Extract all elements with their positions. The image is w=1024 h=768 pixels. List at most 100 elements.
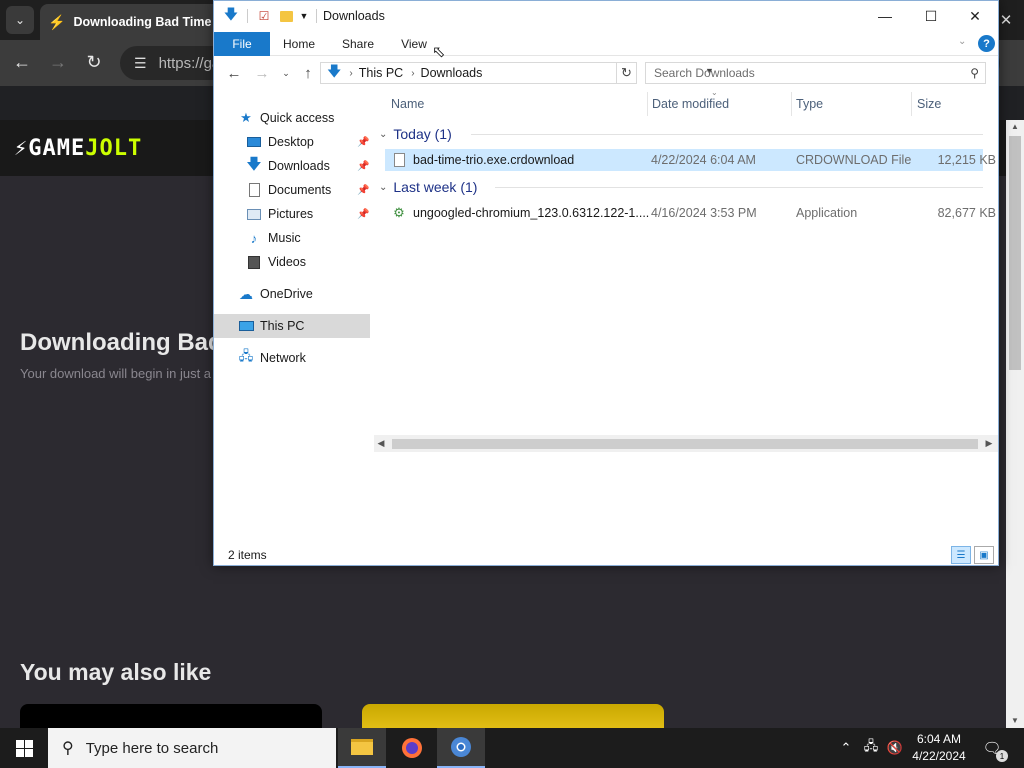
search-input[interactable]: Search Downloads ⚲ — [645, 62, 986, 84]
nav-network[interactable]: 🖧 Network — [214, 346, 370, 370]
nav-downloads[interactable]: 🡇 Downloads 📌 — [214, 154, 370, 178]
breadcrumb-this-pc[interactable]: This PC — [359, 66, 403, 80]
nav-label: Music — [268, 231, 301, 245]
help-icon[interactable]: ? — [978, 35, 995, 52]
tab-title: Downloading Bad Time Tr — [73, 15, 227, 29]
group-label: Today (1) — [393, 126, 452, 142]
nav-desktop[interactable]: Desktop 📌 — [214, 130, 370, 154]
column-header-type[interactable]: Type — [796, 92, 911, 116]
nav-videos[interactable]: Videos — [214, 250, 370, 274]
nav-documents[interactable]: Documents 📌 — [214, 178, 370, 202]
column-header-date-label: Date modified — [652, 97, 730, 111]
scroll-right-icon[interactable]: ▶ — [982, 435, 996, 452]
file-date: 4/22/2024 6:04 AM — [651, 153, 756, 167]
group-header-last-week[interactable]: ⌄ Last week (1) — [379, 177, 477, 197]
breadcrumb-separator-icon[interactable]: › — [411, 68, 414, 79]
tab-share[interactable]: Share — [337, 32, 379, 56]
downloads-location-icon: 🡇 — [327, 63, 342, 79]
scroll-down-icon[interactable]: ▼ — [1006, 714, 1024, 728]
item-count: 2 items — [228, 548, 267, 562]
taskbar: ⚲ Type here to search ⌃ 🖧 🔇 6:04 AM 4/22… — [0, 728, 1024, 768]
back-arrow-icon[interactable]: ← — [8, 48, 36, 76]
nav-onedrive[interactable]: ☁ OneDrive — [214, 282, 370, 306]
volume-muted-icon[interactable]: 🔇 — [884, 728, 906, 768]
file-explorer-taskbar-icon[interactable] — [338, 728, 386, 768]
tab-file[interactable]: File — [214, 32, 270, 56]
file-date: 4/16/2024 3:53 PM — [651, 206, 757, 220]
system-clock[interactable]: 6:04 AM 4/22/2024 — [904, 731, 974, 765]
network-status-icon[interactable]: 🖧 — [860, 728, 882, 768]
tab-home[interactable]: Home — [278, 32, 320, 56]
address-bar[interactable]: 🡇 › This PC › Downloads ▼ — [320, 62, 714, 84]
customize-qa-icon[interactable]: ▼ — [298, 7, 310, 25]
document-icon — [246, 182, 262, 198]
nav-label: Desktop — [268, 135, 314, 149]
column-header-date[interactable]: Date modified — [652, 92, 791, 116]
group-divider — [471, 134, 983, 135]
file-size: 82,677 KB — [937, 206, 996, 220]
recent-locations-icon[interactable]: ⌄ — [276, 64, 296, 82]
site-info-icon[interactable]: ☰ — [134, 55, 147, 72]
gamejolt-logo[interactable]: ⚡GAMEJOLT — [14, 136, 142, 161]
new-folder-icon[interactable] — [278, 7, 294, 25]
chromium-icon[interactable] — [437, 728, 485, 768]
file-icon — [391, 152, 407, 168]
reload-icon[interactable]: ↻ — [80, 48, 108, 76]
desktop-icon — [246, 134, 262, 150]
download-arrow-icon: 🡇 — [223, 6, 239, 22]
expand-ribbon-icon[interactable]: ⌄ — [958, 36, 966, 47]
properties-icon[interactable]: ☑ — [256, 7, 272, 25]
maximize-icon[interactable]: ☐ — [908, 1, 954, 31]
scroll-left-icon[interactable]: ◀ — [374, 435, 388, 452]
column-divider[interactable] — [791, 92, 792, 116]
up-arrow-icon[interactable]: ↑ — [298, 64, 318, 82]
horizontal-scrollbar[interactable]: ◀ ▶ — [374, 435, 998, 452]
column-header-size[interactable]: Size — [917, 92, 987, 116]
page-scrollbar[interactable]: ▲ ▼ — [1006, 120, 1024, 728]
notification-icon[interactable]: 🗨 — [980, 728, 1004, 768]
tab-view[interactable]: View — [396, 32, 432, 56]
nav-pictures[interactable]: Pictures 📌 — [214, 202, 370, 226]
file-name-cell: ⚙ ungoogled-chromium_123.0.6312.122-1...… — [391, 202, 651, 224]
tab-search-button[interactable]: ⌄ — [6, 6, 34, 34]
group-header-today[interactable]: ⌄ Today (1) — [379, 124, 452, 144]
taskbar-search-input[interactable]: ⚲ Type here to search — [48, 728, 336, 768]
nav-music[interactable]: ♪ Music — [214, 226, 370, 250]
nav-this-pc[interactable]: This PC — [214, 314, 370, 338]
back-arrow-icon[interactable]: ← — [224, 64, 244, 82]
logo-game-text: GAME — [28, 136, 86, 161]
column-divider[interactable] — [911, 92, 912, 116]
tab-active[interactable]: ⚡ Downloading Bad Time Tr — [40, 4, 240, 40]
scroll-thumb[interactable] — [392, 439, 978, 449]
download-arrow-icon: 🡇 — [246, 155, 262, 173]
also-like-heading: You may also like — [20, 659, 212, 685]
windows-start-icon[interactable] — [0, 728, 48, 768]
ribbon: File Home Share View ⌄ ? — [214, 32, 998, 56]
refresh-icon[interactable]: ↻ — [617, 62, 637, 84]
scroll-up-icon[interactable]: ▲ — [1006, 120, 1024, 134]
file-name: ungoogled-chromium_123.0.6312.122-1.... — [413, 206, 650, 220]
firefox-icon[interactable] — [388, 728, 436, 768]
videos-icon — [246, 254, 262, 270]
nav-label: Documents — [268, 183, 332, 197]
title-bar[interactable]: 🡇 ☑ ▼ Downloads — ☐ ✕ — [214, 1, 998, 32]
application-icon: ⚙ — [393, 205, 405, 220]
show-hidden-icons-chevron-icon[interactable]: ⌃ — [836, 728, 856, 768]
breadcrumb-downloads[interactable]: Downloads — [421, 66, 483, 80]
forward-arrow-icon[interactable]: → — [252, 64, 272, 82]
file-size: 12,215 KB — [937, 153, 996, 167]
scroll-thumb[interactable] — [1009, 136, 1021, 370]
forward-arrow-icon[interactable]: → — [44, 48, 72, 76]
column-divider[interactable] — [647, 92, 648, 116]
minimize-icon[interactable]: — — [862, 1, 908, 31]
details-view-icon[interactable]: ☰ — [951, 546, 971, 564]
large-icons-view-icon[interactable]: ▣ — [974, 546, 994, 564]
breadcrumb-separator-icon[interactable]: › — [349, 68, 352, 79]
collapse-chevron-icon: ⌄ — [379, 181, 388, 193]
column-header-name[interactable]: Name — [391, 92, 647, 116]
table-row[interactable]: bad-time-trio.exe.crdownload 4/22/2024 6… — [385, 149, 996, 171]
table-row[interactable]: ⚙ ungoogled-chromium_123.0.6312.122-1...… — [385, 202, 996, 224]
close-icon[interactable]: ✕ — [952, 1, 998, 31]
nav-quick-access[interactable]: ★ Quick access — [214, 106, 370, 130]
chevron-down-icon: ⌄ — [14, 13, 26, 27]
